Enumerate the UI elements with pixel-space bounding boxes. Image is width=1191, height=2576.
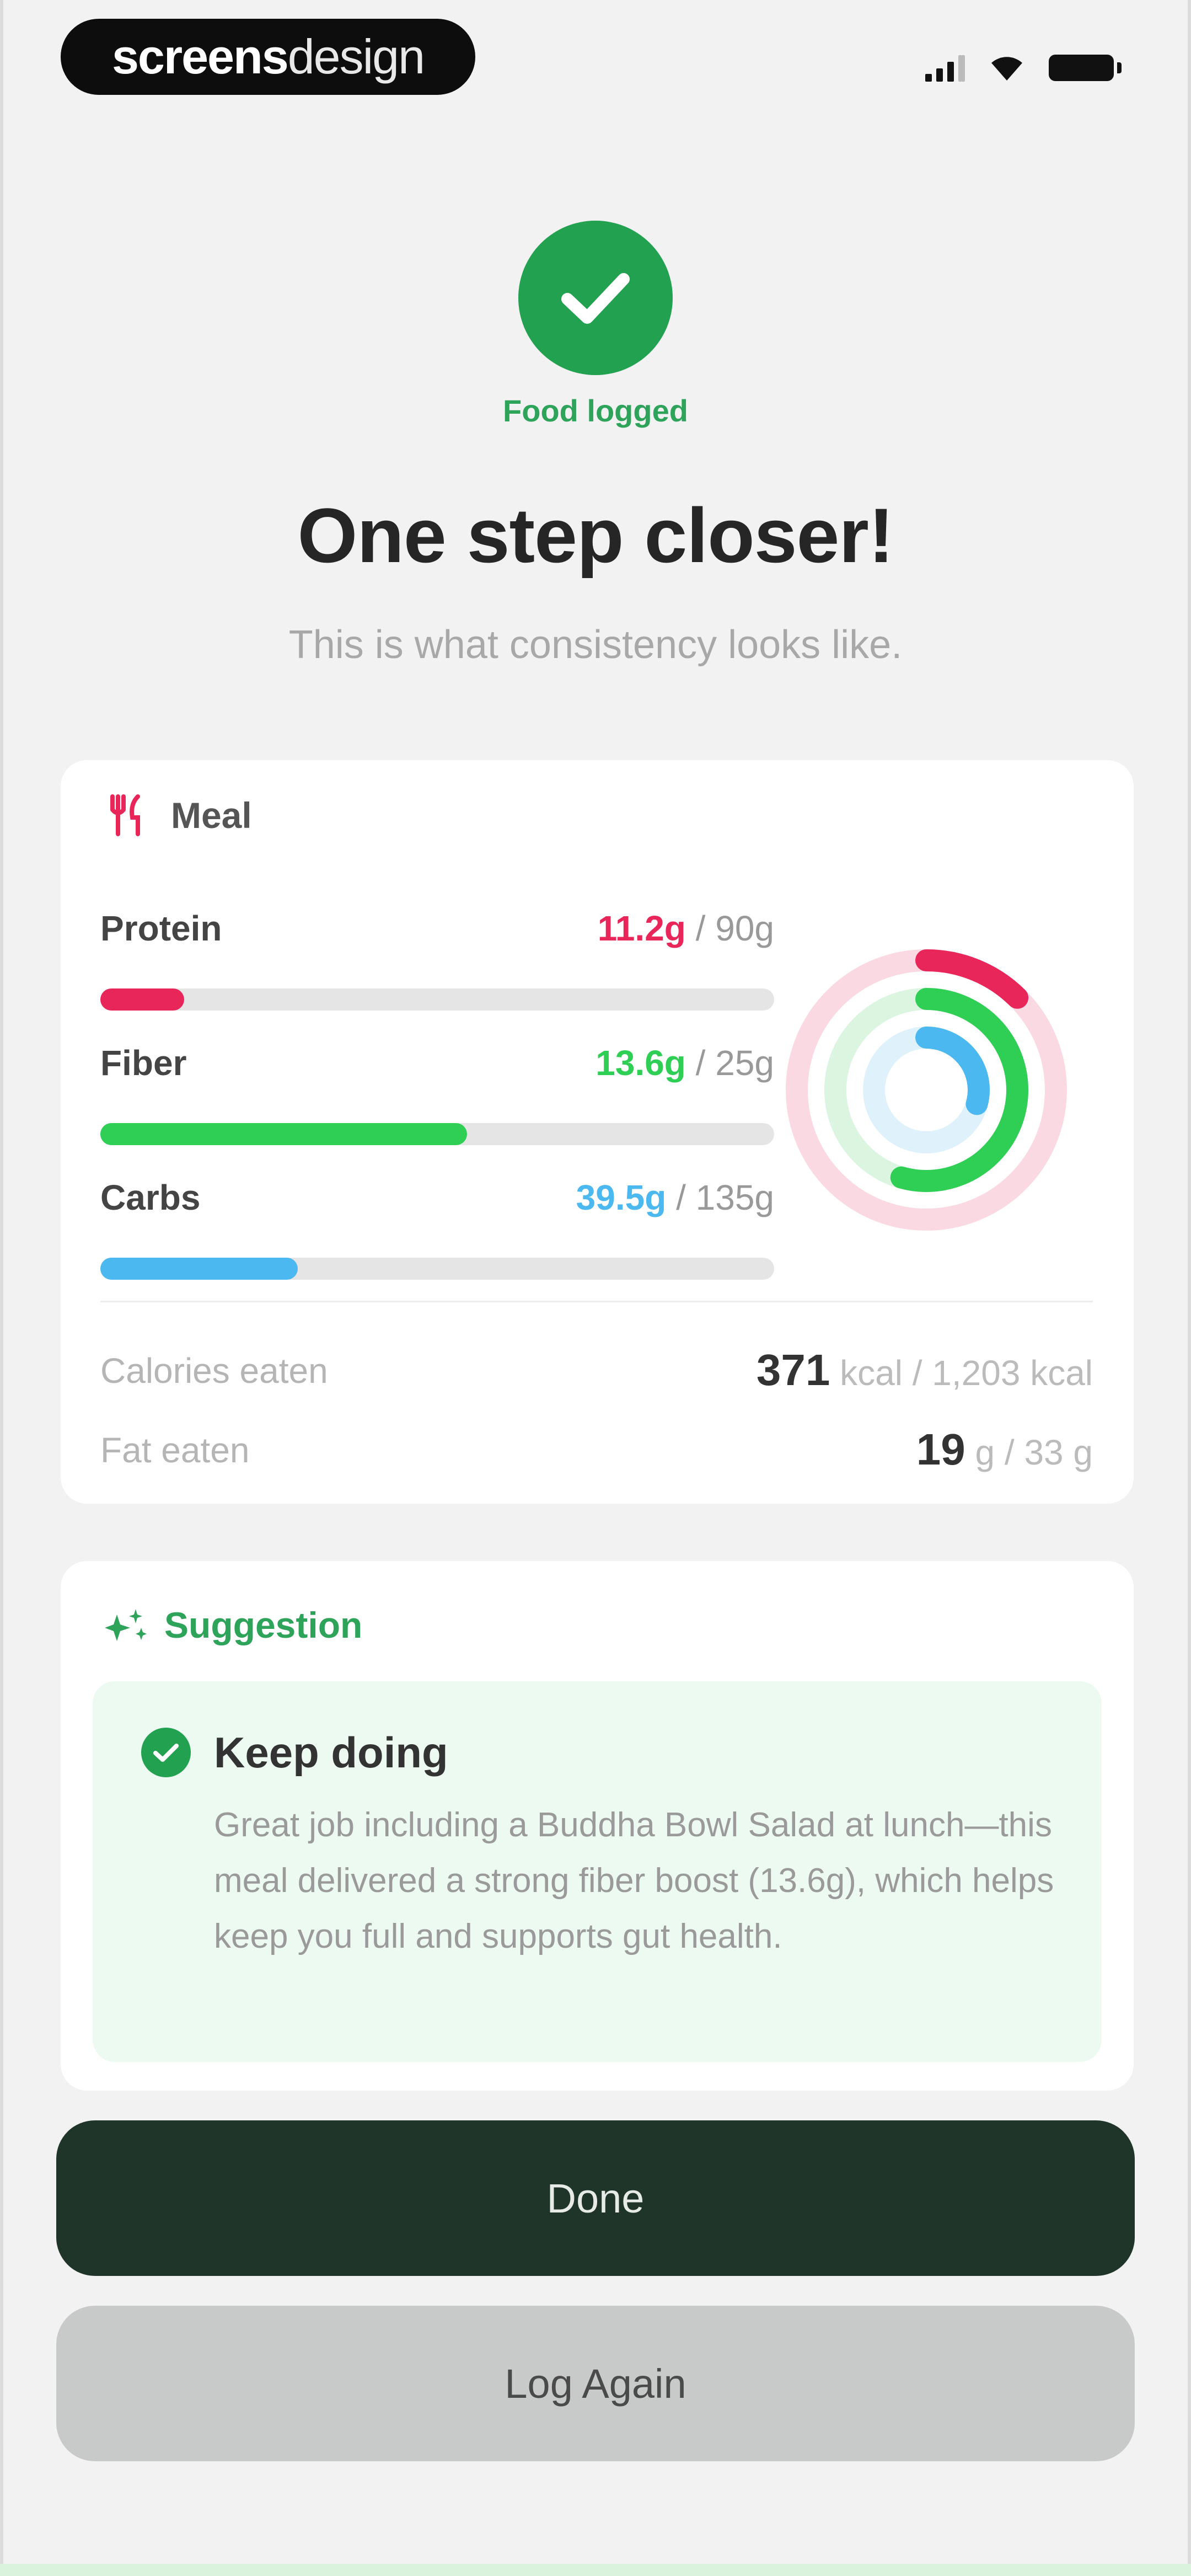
log-again-button[interactable]: Log Again [56,2306,1135,2461]
macro-progress-bar [100,1258,774,1280]
meal-summary-card: Meal Protein 11.2g / 90g Fiber 13.6g / 2… [61,760,1134,1504]
stat-value: 371 kcal / 1,203 kcal [757,1345,1093,1396]
check-circle-icon [141,1728,191,1777]
suggestion-heading: Keep doing [214,1728,448,1777]
brand-light-text: design [287,29,425,84]
device-frame-right [1188,0,1191,2576]
meal-card-title: Meal [171,795,252,836]
suggestion-item: Keep doing Great job including a Buddha … [93,1681,1102,2062]
brand-watermark: screens design [61,19,475,95]
macro-progress-bar [100,1123,774,1145]
macro-goal: / 135g [666,1178,774,1217]
stat-label: Fat eaten [100,1430,250,1470]
done-button[interactable]: Done [56,2120,1135,2276]
wifi-icon [991,57,1022,81]
stat-value: 19 g / 33 g [916,1424,1093,1475]
stat-label: Calories eaten [100,1351,328,1391]
macro-progress-fill [100,988,184,1011]
suggestion-body: Great job including a Buddha Bowl Salad … [214,1806,1054,1955]
fork-knife-icon [110,794,140,836]
stat-unit: g / 33 g [965,1433,1093,1472]
brand-bold-text: screens [111,29,289,84]
macro-label: Fiber [100,1043,187,1083]
suggestion-title: Suggestion [164,1605,363,1645]
page-subtitle: This is what consistency looks like. [288,623,903,667]
divider [100,1301,1093,1302]
stat-unit: kcal / 1,203 kcal [830,1353,1093,1393]
suggestion-header: Suggestion [105,1604,362,1646]
sparkle-icon [105,1609,147,1641]
macro-value: 11.2g / 90g [598,908,774,949]
macro-value: 13.6g / 25g [596,1043,774,1083]
macro-label: Protein [100,908,222,948]
macro-current: 11.2g [597,908,686,948]
macro-current: 13.6g [596,1043,686,1083]
macro-progress-fill [100,1123,467,1145]
page-title: One step closer! [297,492,894,579]
macro-goal: / 90g [685,908,774,948]
meal-card-header: Meal [105,793,252,837]
macro-goal: / 25g [685,1043,774,1083]
macro-label: Carbs [100,1178,201,1217]
bottom-edge [0,2564,1191,2576]
macro-progress-bar [100,988,774,1011]
macro-value: 39.5g / 135g [576,1177,774,1218]
status-icons [925,49,1122,87]
cellular-signal-icon [925,54,965,82]
stat-number: 371 [756,1345,830,1394]
macro-current: 39.5g [576,1178,667,1217]
food-logged-label: Food logged [503,393,688,428]
macro-progress-fill [100,1258,298,1280]
stat-number: 19 [916,1425,965,1474]
success-check-icon [518,221,673,375]
suggestion-card: Suggestion Keep doing Great job includin… [61,1561,1134,2091]
stat-calories: Calories eaten 371 kcal / 1,203 kcal [100,1345,1093,1394]
device-frame-left [0,0,3,2576]
battery-icon [1049,55,1122,81]
macro-rings-chart [786,949,1067,1231]
stat-fat: Fat eaten 19 g / 33 g [100,1424,1093,1474]
